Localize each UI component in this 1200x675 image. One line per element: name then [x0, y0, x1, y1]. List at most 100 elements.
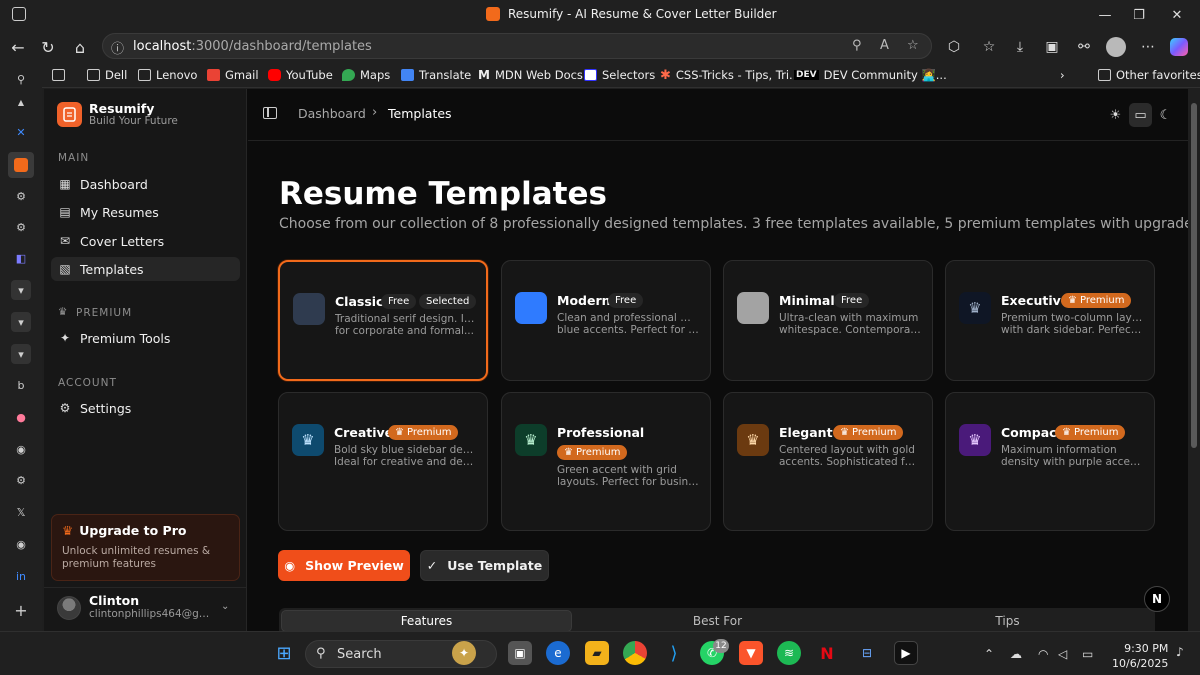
template-card-minimal[interactable]: Minimal Free Ultra-clean with maximum whi…: [723, 260, 933, 381]
favorite-star-icon[interactable]: ☆: [907, 38, 919, 53]
bookmark-youtube[interactable]: YouTube: [268, 66, 333, 84]
vscode-icon[interactable]: ⟩: [662, 641, 686, 665]
task-view-icon[interactable]: ▣: [508, 641, 532, 665]
sidebar-item-premium-tools[interactable]: ✦ Premium Tools: [51, 326, 240, 350]
cloud-icon[interactable]: ☁: [1010, 647, 1022, 661]
x-icon[interactable]: 𝕏: [11, 502, 31, 522]
spotify-icon[interactable]: ≋: [777, 641, 801, 665]
bookmark-lenovo[interactable]: Lenovo: [138, 66, 197, 84]
tab-resumify-icon[interactable]: [8, 152, 34, 178]
edge-icon[interactable]: e: [546, 641, 570, 665]
copilot-icon[interactable]: [1167, 36, 1191, 58]
tab-vercel3-icon[interactable]: ▾: [11, 344, 31, 364]
site-info-icon[interactable]: ⓘ: [111, 38, 124, 57]
address-bar[interactable]: localhost:3000/dashboard/templates: [102, 33, 932, 59]
template-card-executive[interactable]: ♛ Executive ♛ Premium Premium two-column …: [945, 260, 1155, 381]
url-path: :3000/dashboard/templates: [191, 38, 372, 54]
taskbar-clock[interactable]: 9:30 PM 10/6/2025: [1112, 641, 1168, 671]
breadcrumb-dashboard[interactable]: Dashboard: [298, 106, 366, 121]
bookmark-dev[interactable]: DEV DEV Community 👩‍💻...: [794, 66, 947, 84]
template-card-professional[interactable]: ♛ Professional ♛ Premium Green accent wit…: [501, 392, 711, 531]
template-card-elegant[interactable]: ♛ Elegant ♛ Premium Centered layout with …: [723, 392, 933, 531]
chrome-icon[interactable]: [623, 641, 647, 665]
home-icon[interactable]: ⌂: [66, 34, 94, 60]
refresh-icon[interactable]: ↻: [34, 34, 62, 60]
bookmark-selectors[interactable]: Selectors: [584, 66, 655, 84]
back-icon[interactable]: ←: [4, 34, 32, 60]
sidebar-item-my-resumes[interactable]: ▤ My Resumes: [51, 200, 240, 224]
page-title: Resume Templates: [279, 176, 607, 212]
read-aloud-icon[interactable]: A: [880, 38, 889, 53]
tab-b-icon[interactable]: b: [11, 375, 31, 395]
sidebar-item-dashboard[interactable]: ▦ Dashboard: [51, 172, 240, 196]
collections-icon[interactable]: ▣: [1040, 36, 1064, 58]
add-tab-icon[interactable]: +: [11, 600, 31, 620]
nextjs-dev-indicator[interactable]: N: [1144, 586, 1170, 612]
tab-features[interactable]: Features: [281, 610, 572, 631]
tab-openai-icon[interactable]: ⚙: [11, 186, 31, 206]
use-template-button[interactable]: ✓ Use Template: [420, 550, 549, 581]
bookmark-css-tricks[interactable]: ✱ CSS-Tricks - Tips, Tri...: [660, 66, 800, 84]
browser-essentials-icon[interactable]: ⚯: [1072, 36, 1096, 58]
network-app-icon[interactable]: ⊟: [855, 641, 879, 665]
github-icon[interactable]: ◉: [11, 439, 31, 459]
sidebar-toggle-icon[interactable]: [263, 107, 277, 119]
github2-icon[interactable]: ◉: [11, 534, 31, 554]
sidebar-item-templates[interactable]: ▧ Templates: [51, 257, 240, 281]
tab-shape-icon[interactable]: ●: [11, 407, 31, 427]
wifi-icon[interactable]: ◠: [1038, 647, 1048, 661]
more-menu-icon[interactable]: ⋯: [1136, 36, 1160, 58]
sidebar-item-settings[interactable]: ⚙ Settings: [51, 396, 240, 420]
tab-best-for[interactable]: Best For: [572, 610, 863, 631]
tab-vercel-icon[interactable]: ▾: [11, 280, 31, 300]
tab-vercel2-icon[interactable]: ▾: [11, 312, 31, 332]
extensions-icon[interactable]: ⬡: [942, 36, 966, 58]
bookmark-translate[interactable]: Translate: [401, 66, 471, 84]
netflix-icon[interactable]: N: [815, 641, 839, 665]
terminal-icon[interactable]: ▶: [894, 641, 918, 665]
bookmark-other-favorites[interactable]: Other favorites: [1098, 66, 1200, 84]
monitor-icon[interactable]: ▭: [1129, 103, 1152, 127]
profile-avatar[interactable]: [1104, 36, 1128, 58]
zoom-icon[interactable]: ⚲: [852, 38, 862, 53]
template-card-classic[interactable]: Classic Free Selected Traditional serif …: [278, 260, 488, 381]
brave-icon[interactable]: ▼: [739, 641, 763, 665]
collapse-icon[interactable]: ▲: [11, 92, 31, 112]
reading-list-icon[interactable]: [52, 66, 65, 84]
moon-icon[interactable]: ☾: [1154, 103, 1177, 127]
file-explorer-icon[interactable]: ▰: [585, 641, 609, 665]
scrollbar-thumb[interactable]: [1191, 103, 1197, 448]
page-scrollbar[interactable]: [1188, 89, 1200, 631]
volume-icon[interactable]: ◁: [1058, 647, 1067, 661]
show-preview-button[interactable]: ◉ Show Preview: [278, 550, 410, 581]
tab-tips[interactable]: Tips: [862, 610, 1153, 631]
bookmarks-overflow-icon[interactable]: ›: [1060, 66, 1065, 84]
upgrade-card[interactable]: ♛ Upgrade to Pro Unlock unlimited resumes…: [51, 514, 240, 581]
favorites-icon[interactable]: ☆: [977, 36, 1001, 58]
workspaces-icon[interactable]: [12, 7, 26, 21]
tab-openai3-icon[interactable]: ⚙: [11, 470, 31, 490]
tab-openai2-icon[interactable]: ⚙: [11, 217, 31, 237]
sidebar-item-cover-letters[interactable]: ✉ Cover Letters: [51, 229, 240, 253]
tray-overflow-icon[interactable]: ⌃: [984, 647, 994, 661]
bookmark-dell[interactable]: Dell: [87, 66, 127, 84]
bookmark-mdn[interactable]: M MDN Web Docs: [478, 66, 583, 84]
tab-xi-icon[interactable]: ✕: [11, 122, 31, 142]
close-window-button[interactable]: ✕: [1154, 0, 1200, 30]
battery-icon[interactable]: ▭: [1082, 647, 1093, 661]
mail-icon: ✉: [59, 234, 71, 248]
resumify-logo[interactable]: [57, 102, 82, 127]
downloads-icon[interactable]: ⤓: [1008, 36, 1032, 58]
bookmark-maps[interactable]: Maps: [342, 66, 390, 84]
template-card-modern[interactable]: Modern Free Clean and professional with b…: [501, 260, 711, 381]
sun-icon[interactable]: ☀: [1104, 103, 1127, 127]
user-menu[interactable]: Clinton clintonphillips464@gma... ⌄: [44, 587, 247, 631]
notifications-icon[interactable]: ♪: [1176, 645, 1184, 659]
linkedin-icon[interactable]: in: [11, 566, 31, 586]
start-icon[interactable]: ⊞: [272, 641, 296, 665]
template-card-creative[interactable]: ♛ Creative ♛ Premium Bold sky blue sideba…: [278, 392, 488, 531]
template-card-compact[interactable]: ♛ Compact ♛ Premium Maximum information de…: [945, 392, 1155, 531]
pin-icon[interactable]: ⚲: [11, 69, 31, 89]
bookmark-gmail[interactable]: Gmail: [207, 66, 259, 84]
tab-app-icon[interactable]: ◧: [11, 248, 31, 268]
